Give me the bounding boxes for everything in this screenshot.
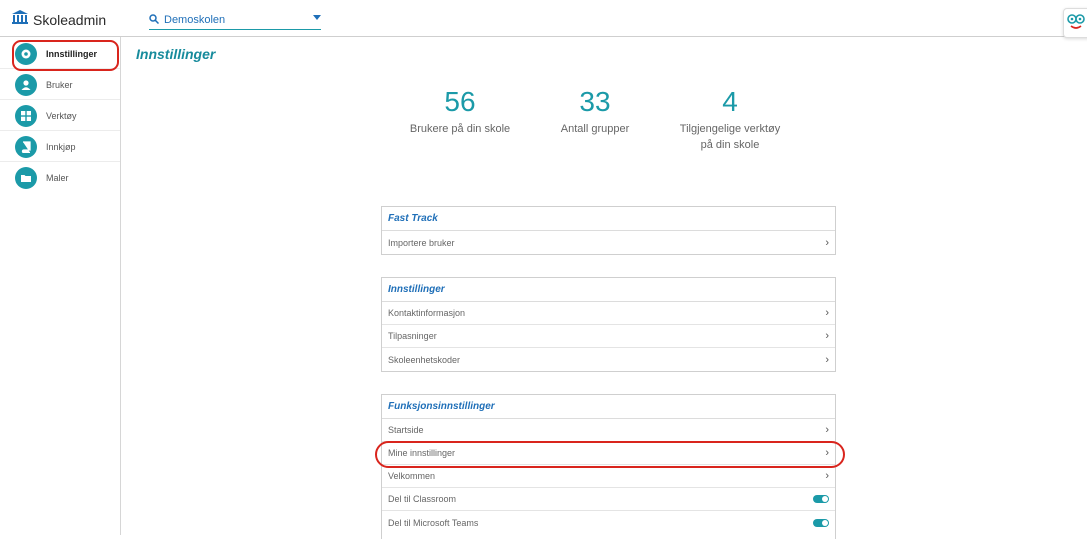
row-tilpasninger[interactable]: Tilpasninger › [382, 325, 835, 348]
assistant-avatar-button[interactable] [1063, 8, 1087, 38]
row-label: Tilpasninger [388, 331, 437, 341]
stat-value: 56 [444, 86, 476, 117]
chevron-right-icon: › [825, 236, 829, 249]
chevron-right-icon: › [825, 470, 829, 482]
row-label: Velkommen [388, 471, 436, 481]
top-bar: Skoleadmin Demoskolen [0, 0, 1087, 38]
row-label: Skoleenhetskoder [388, 354, 461, 365]
stat-value: 4 [722, 86, 738, 117]
stat-users: 56 Brukere på din skole [395, 86, 525, 137]
chevron-right-icon: › [825, 330, 829, 342]
page-title: Innstillinger [136, 46, 216, 62]
sidebar-item-label: Maler [46, 173, 69, 183]
folder-icon [15, 167, 37, 189]
school-building-icon [12, 10, 28, 29]
sidebar-item-verktoy[interactable]: Verktøy [0, 101, 120, 131]
row-del-til-classroom: Del til Classroom [382, 488, 835, 511]
school-select-value: Demoskolen [164, 14, 226, 26]
user-icon [15, 73, 37, 96]
school-select[interactable]: Demoskolen [149, 11, 321, 30]
chevron-right-icon: › [825, 353, 829, 366]
panel-title: Innstillinger [382, 278, 835, 302]
row-label: Del til Microsoft Teams [388, 517, 479, 528]
owl-face-icon [1067, 14, 1085, 29]
classroom-toggle[interactable] [813, 495, 829, 503]
grid-icon [15, 104, 37, 127]
panel-title: Funksjonsinnstillinger [382, 395, 835, 419]
row-del-til-microsoft-teams: Del til Microsoft Teams [382, 511, 835, 534]
stat-label: Antall grupper [560, 123, 630, 135]
stat-label: Brukere på din skole [409, 123, 511, 135]
panel-innstillinger: Innstillinger Kontaktinformasjon › Tilpa… [381, 277, 836, 372]
chevron-right-icon: › [825, 307, 829, 319]
highlight-outline-sidebar [12, 40, 119, 71]
row-skoleenhetskoder[interactable]: Skoleenhetskoder › [382, 348, 835, 371]
panel-fast-track: Fast Track Importere bruker › [381, 206, 836, 255]
row-label: Del til Classroom [388, 494, 457, 504]
app-logo[interactable]: Skoleadmin [12, 10, 106, 29]
row-kontaktinformasjon[interactable]: Kontaktinformasjon › [382, 302, 835, 325]
row-label: Kontaktinformasjon [388, 308, 466, 318]
sidebar-item-label: Verktøy [46, 110, 77, 121]
row-velkommen[interactable]: Velkommen › [382, 465, 835, 488]
book-icon [15, 135, 37, 158]
sidebar-item-label: Innkjøp [46, 141, 76, 152]
panel-title: Fast Track [382, 207, 835, 231]
sidebar-item-innkjop[interactable]: Innkjøp [0, 132, 120, 162]
sidebar-item-label: Bruker [46, 79, 73, 90]
sidebar-item-maler[interactable]: Maler [0, 163, 120, 193]
row-importere-bruker[interactable]: Importere bruker › [382, 231, 835, 254]
sidebar: Innstillinger Bruker Verktøy Innkjøp Mal… [0, 37, 121, 535]
stat-tools: 4 Tilgjengelige verktøy på din skole [665, 86, 795, 153]
stat-label: Tilgjengelige verktøy på din skole [679, 123, 781, 151]
highlight-outline-row [375, 441, 845, 468]
row-label: Importere bruker [388, 237, 455, 248]
sidebar-item-bruker[interactable]: Bruker [0, 70, 120, 100]
search-icon [149, 11, 160, 29]
row-label: Startside [388, 425, 424, 435]
chevron-right-icon: › [825, 424, 829, 436]
app-title: Skoleadmin [33, 11, 107, 28]
stat-value: 33 [579, 86, 611, 117]
teams-toggle[interactable] [813, 518, 829, 527]
row-startside[interactable]: Startside › [382, 419, 835, 442]
caret-down-icon [313, 15, 321, 20]
stat-groups: 33 Antall grupper [545, 86, 645, 137]
